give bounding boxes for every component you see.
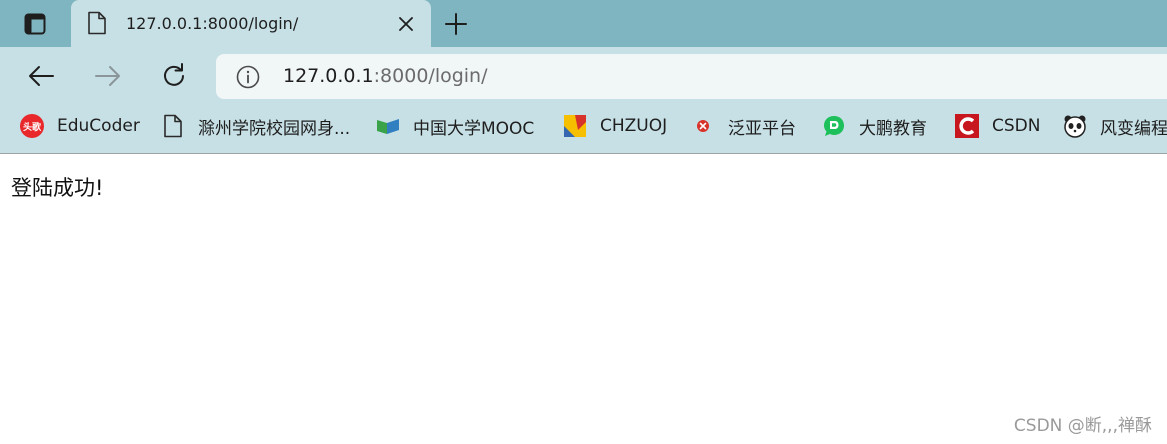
document-icon	[164, 114, 182, 138]
tab-actions-icon	[24, 13, 46, 34]
bookmarks-bar: 头歌 EduCoder 滁州学院校园网身... 中国大学MOOC CHZUOJ …	[0, 104, 1167, 154]
toutiao-icon: 头歌	[20, 114, 44, 138]
browser-window: 127.0.0.1:8000/login/ 127.0.0.1:8000/log…	[0, 0, 1167, 444]
tab-strip: 127.0.0.1:8000/login/	[0, 0, 1167, 47]
bookmark-chuzhou[interactable]: 滁州学院校园网身...	[161, 104, 350, 148]
plus-icon	[445, 13, 467, 35]
arrow-left-icon	[29, 66, 54, 86]
url-path: :8000/login/	[373, 65, 488, 87]
mooc-icon	[377, 119, 399, 134]
tab-actions-button[interactable]	[0, 0, 70, 47]
address-bar[interactable]: 127.0.0.1:8000/login/	[216, 54, 1167, 99]
arrow-right-icon	[95, 66, 120, 86]
close-icon	[399, 17, 413, 31]
bookmark-dapeng[interactable]: 大鹏教育	[822, 104, 927, 148]
bookmark-label: 风变编程	[1100, 118, 1167, 139]
forward-button[interactable]	[93, 61, 123, 91]
page-content: 登陆成功! CSDN @断,,,禅酥	[0, 154, 1167, 444]
fanya-icon	[697, 120, 709, 132]
bookmark-fengbian[interactable]: 风变编程	[1063, 104, 1167, 148]
tab-title: 127.0.0.1:8000/login/	[126, 14, 299, 33]
chzuoj-icon	[564, 115, 586, 137]
bookmark-educoder[interactable]: 头歌 EduCoder	[20, 104, 140, 148]
bookmark-fanya[interactable]: 泛亚平台	[691, 104, 796, 148]
bookmark-mooc[interactable]: 中国大学MOOC	[376, 104, 534, 148]
bookmark-label: 滁州学院校园网身...	[198, 118, 351, 139]
chat-bubble-icon	[824, 116, 844, 136]
new-tab-button[interactable]	[442, 10, 470, 38]
bookmark-label: EduCoder	[57, 116, 140, 136]
bookmark-chzuoj[interactable]: CHZUOJ	[563, 104, 667, 148]
bookmark-label: CSDN	[992, 116, 1041, 136]
bookmark-label: 大鹏教育	[859, 118, 927, 139]
login-success-message: 登陆成功!	[11, 176, 104, 200]
bookmark-label: 泛亚平台	[728, 118, 796, 139]
reload-icon	[164, 63, 184, 86]
reload-button[interactable]	[159, 61, 189, 91]
tab-active[interactable]: 127.0.0.1:8000/login/	[71, 0, 431, 47]
bookmark-label: CHZUOJ	[600, 116, 668, 136]
tab-close-button[interactable]	[395, 13, 417, 35]
info-icon[interactable]	[236, 65, 260, 89]
bookmark-label: 中国大学MOOC	[413, 118, 535, 139]
csdn-icon	[955, 114, 979, 138]
watermark: CSDN @断,,,禅酥	[1013, 416, 1152, 436]
url-text[interactable]: 127.0.0.1:8000/login/	[283, 65, 488, 87]
back-button[interactable]	[26, 61, 56, 91]
document-icon	[88, 11, 106, 35]
toolbar: 127.0.0.1:8000/login/	[0, 47, 1167, 104]
url-host: 127.0.0.1	[283, 65, 374, 87]
panda-icon	[1064, 115, 1086, 138]
bookmark-csdn[interactable]: CSDN	[955, 104, 1040, 148]
svg-text:头歌: 头歌	[23, 121, 42, 133]
